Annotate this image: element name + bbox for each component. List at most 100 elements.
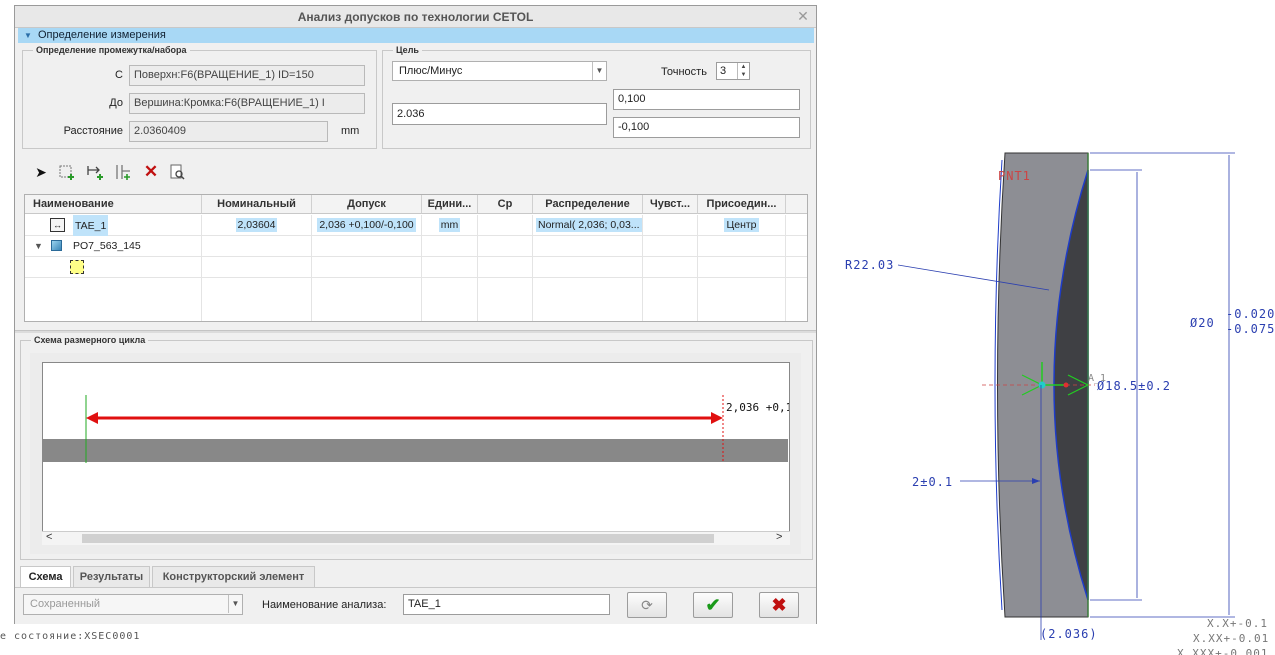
cell-empty	[25, 278, 202, 321]
cell-empty	[643, 236, 698, 257]
upper-tolerance-field[interactable]: 0,100	[613, 89, 800, 110]
column-header-filler	[786, 195, 807, 214]
column-header-tolerance[interactable]: Допуск	[312, 195, 422, 214]
span-group-legend: Определение промежутка/набора	[36, 45, 187, 55]
tab-schema[interactable]: Схема	[20, 566, 71, 588]
outer-dia-lower: -0.075	[1226, 322, 1275, 336]
table-row	[25, 278, 807, 321]
saved-analysis-select[interactable]: Сохраненный ▼	[23, 594, 243, 615]
scroll-thumb[interactable]	[82, 534, 714, 543]
cell-empty	[533, 257, 643, 278]
table-row[interactable]: ▼ PO7_563_145	[25, 236, 807, 257]
cell-empty	[478, 236, 533, 257]
cell-empty	[478, 278, 533, 321]
collapse-arrow-icon[interactable]: ▼	[24, 31, 32, 40]
cell-empty	[478, 257, 533, 278]
expand-arrow-icon[interactable]: ▼	[34, 236, 43, 257]
saved-analysis-value: Сохраненный	[30, 598, 101, 610]
add-chain-icon[interactable]	[114, 163, 132, 181]
outer-dia-upper: -0.020	[1226, 307, 1275, 321]
column-header-sensitivity[interactable]: Чувст...	[643, 195, 698, 214]
row-distribution: Normal( 2,036; 0,03...	[536, 218, 642, 232]
cell-unit: mm	[422, 215, 478, 236]
tab-results[interactable]: Результаты	[73, 566, 150, 587]
delete-icon[interactable]: ✕	[142, 163, 160, 181]
column-header-name[interactable]: Наименование	[25, 195, 202, 214]
tab-design-element[interactable]: Конструкторский элемент	[152, 566, 315, 587]
thickness-dim-label: 2±0.1	[912, 475, 953, 489]
precision-stepper[interactable]: 3 ▲ ▼	[716, 62, 750, 80]
distance-label: Расстояние	[63, 125, 123, 137]
column-header-unit[interactable]: Едини...	[422, 195, 478, 214]
cancel-button[interactable]: ✖	[759, 592, 799, 618]
column-header-attach[interactable]: Присоедин...	[698, 195, 786, 214]
tol-table-3: X.XXX+-0.001	[1177, 647, 1268, 655]
nominal-target-field[interactable]: 2.036	[392, 103, 607, 125]
ok-button[interactable]: ✔	[693, 592, 733, 618]
horizontal-scrollbar[interactable]: < >	[42, 531, 790, 545]
distance-unit: mm	[341, 125, 360, 137]
cell-empty	[698, 278, 786, 321]
column-header-distribution[interactable]: Распределение	[533, 195, 643, 214]
chevron-down-icon[interactable]: ▼	[592, 62, 606, 80]
cell-empty	[202, 257, 312, 278]
cell-tolerance: 2,036 +0,100/-0,100	[312, 215, 422, 236]
checkmark-icon: ✔	[705, 595, 721, 615]
from-field[interactable]: Поверхн:F6(ВРАЩЕНИЕ_1) ID=150	[129, 65, 365, 86]
splitter[interactable]	[15, 330, 816, 333]
analysis-name-input[interactable]: TAE_1	[403, 594, 610, 615]
column-header-mean[interactable]: Ср	[478, 195, 533, 214]
lower-tolerance-field[interactable]: -0,100	[613, 117, 800, 138]
add-dimension-icon[interactable]	[86, 163, 104, 181]
loop-arrow-right-head	[711, 412, 723, 424]
scroll-left-icon[interactable]: <	[46, 531, 52, 543]
cell-empty	[312, 236, 422, 257]
cell-attach: Центр	[698, 215, 786, 236]
model-state-status: е состояние:XSEC0001	[0, 631, 141, 642]
tolerance-type-value: Плюс/Минус	[399, 65, 463, 77]
cell-empty	[422, 278, 478, 321]
tol-table-2: X.XX+-0.01	[1193, 632, 1269, 645]
loop-dimension-label: 2,036 +0,10	[726, 401, 789, 414]
bottom-bar: Сохраненный ▼ Наименование анализа: TAE_…	[15, 587, 816, 624]
inner-dia-label: Ø18.5±0.2	[1097, 379, 1171, 393]
cell-sensitivity	[643, 215, 698, 236]
cell-name: ▼ PO7_563_145	[25, 236, 202, 257]
distance-field: 2.0360409	[129, 121, 328, 142]
refresh-icon: ⟳	[641, 597, 653, 613]
from-label: С	[115, 69, 123, 81]
tolerance-type-select[interactable]: Плюс/Минус ▼	[392, 61, 607, 81]
cell-name	[25, 257, 202, 278]
preview-icon[interactable]	[168, 163, 186, 181]
schema-canvas[interactable]: 2,036 +0,10	[42, 362, 790, 544]
select-arrow-icon[interactable]: ➤	[32, 163, 50, 181]
chevron-down-icon[interactable]: ▼	[228, 595, 242, 613]
cell-empty	[533, 278, 643, 321]
refresh-button[interactable]: ⟳	[627, 592, 667, 618]
row-nominal: 2,03604	[235, 218, 278, 232]
part-bar	[43, 439, 788, 462]
schema-legend: Схема размерного цикла	[34, 335, 146, 345]
stepper-arrows-icon[interactable]: ▲ ▼	[737, 63, 749, 79]
table-row[interactable]: ↔ TAE_1 2,03604 2,036 +0,100/-0,100 mm N…	[25, 215, 807, 236]
table-row[interactable]	[25, 257, 807, 278]
cell-empty	[312, 278, 422, 321]
dimension-icon: ↔	[50, 218, 65, 232]
outer-dia-label: Ø20	[1190, 316, 1215, 330]
close-icon[interactable]: ✕	[795, 8, 811, 24]
column-header-nominal[interactable]: Номинальный	[202, 195, 312, 214]
add-element-icon[interactable]	[58, 163, 76, 181]
cell-empty	[422, 257, 478, 278]
cell-empty	[643, 278, 698, 321]
axis-label: A_1	[1088, 373, 1106, 384]
section-header[interactable]: ▼ Определение измерения	[18, 28, 814, 43]
dialog-title: Анализ допусков по технологии CETOL	[297, 10, 534, 24]
reference-dim-label: (2.036)	[1040, 627, 1098, 641]
to-field[interactable]: Вершина:Кромка:F6(ВРАЩЕНИЕ_1) I	[129, 93, 365, 114]
cad-drawing[interactable]: PNT1 R22.03 Ø20 -0.020 -0.075 Ø18.5±0.2 …	[830, 145, 1275, 655]
cancel-x-icon: ✖	[771, 595, 787, 615]
cell-nominal: 2,03604	[202, 215, 312, 236]
part-icon	[51, 240, 62, 251]
scroll-right-icon[interactable]: >	[776, 531, 782, 543]
target-group-legend: Цель	[396, 45, 419, 55]
